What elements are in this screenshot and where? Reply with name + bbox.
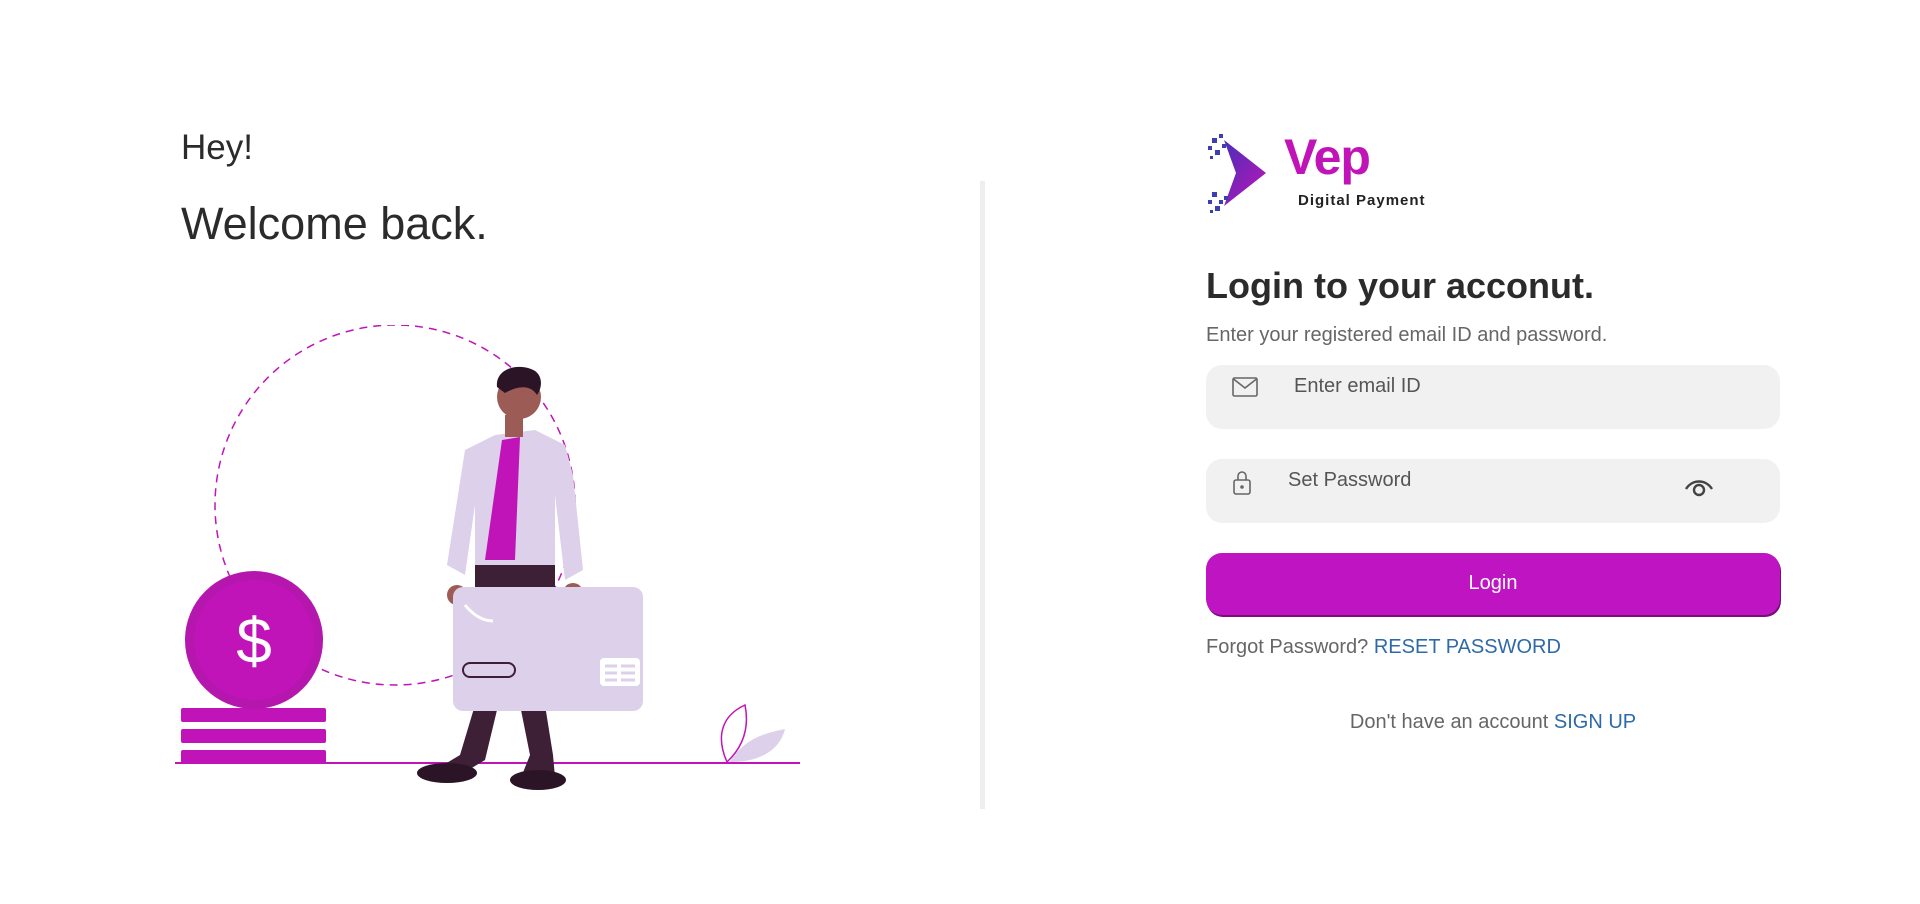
coin-stack: $ xyxy=(181,571,326,764)
password-input[interactable] xyxy=(1288,458,1688,503)
welcome-panel: Hey! Welcome back. xyxy=(181,130,821,246)
welcome-heading: Welcome back. xyxy=(181,198,488,249)
email-input[interactable] xyxy=(1294,364,1754,409)
leaf-decoration xyxy=(720,703,785,764)
eye-icon[interactable] xyxy=(1684,476,1714,498)
brand-name: Vep xyxy=(1284,129,1371,185)
email-field[interactable] xyxy=(1206,364,1780,429)
signup-text: Don't have an account xyxy=(1349,710,1549,733)
brand-logo: Vep Digital Payment xyxy=(1206,130,1780,216)
forgot-password-row: Forgot Password? RESET PASSWORD xyxy=(1206,636,1780,659)
login-page: Hey! Welcome back. $ Vep Digital Payment… xyxy=(0,0,1920,904)
password-field[interactable] xyxy=(1206,458,1780,523)
mail-icon xyxy=(1232,376,1258,397)
login-button[interactable]: Login xyxy=(1206,552,1780,615)
illustration-svg: $ xyxy=(175,324,800,790)
login-title: Login to your acconut. xyxy=(1206,265,1594,306)
signup-link[interactable]: SIGN UP xyxy=(1554,711,1636,733)
login-subtitle: Enter your registered email ID and passw… xyxy=(1206,323,1608,346)
forgot-password-text: Forgot Password? xyxy=(1206,635,1369,658)
panel-divider xyxy=(980,181,985,809)
credit-card-illustration xyxy=(453,587,643,711)
payment-illustration: $ xyxy=(175,324,815,810)
brand-wordmark: Vep Digital Payment xyxy=(1284,130,1454,216)
greeting-text: Hey! xyxy=(181,128,253,167)
reset-password-link[interactable]: RESET PASSWORD xyxy=(1374,636,1561,658)
dollar-symbol: $ xyxy=(236,605,272,677)
brand-tagline: Digital Payment xyxy=(1298,192,1426,209)
lock-icon xyxy=(1233,470,1251,495)
chevron-logo-icon xyxy=(1208,134,1266,213)
signup-row: Don't have an account SIGN UP xyxy=(1206,711,1780,734)
login-panel: Vep Digital Payment Login to your acconu… xyxy=(1206,130,1780,734)
